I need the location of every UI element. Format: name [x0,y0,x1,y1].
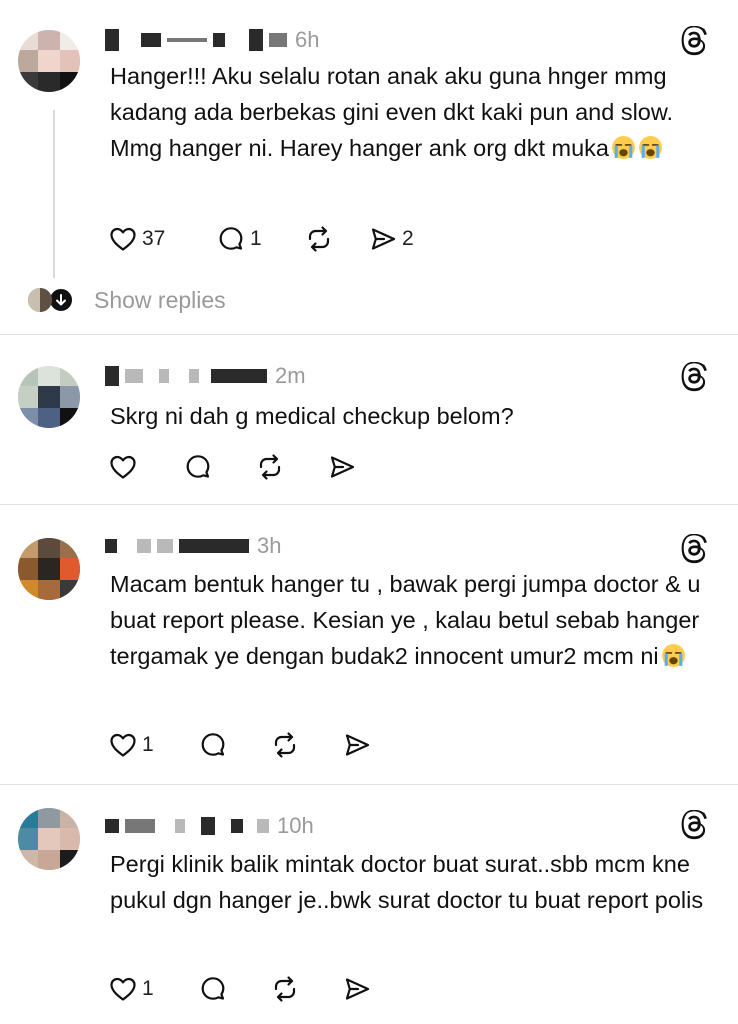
username-redacted[interactable]: 3h [105,533,282,558]
send-icon [345,978,370,1000]
username-redacted[interactable]: 6h [105,27,320,52]
heart-icon [110,733,136,757]
share-button[interactable] [342,974,406,1004]
like-count: 1 [142,733,154,756]
repost-icon [308,226,330,252]
username-redacted[interactable]: 10h [105,813,314,838]
comment-icon [201,733,225,756]
share-button[interactable] [342,730,406,760]
avatar[interactable] [18,366,80,428]
show-replies-button[interactable]: Show replies [28,284,226,316]
loudly-crying-face-icon [612,136,635,159]
post-time: 3h [257,533,282,558]
repost-button[interactable] [270,730,342,760]
share-button[interactable] [327,452,391,482]
comment-button[interactable] [198,974,270,1004]
repost-icon [274,976,296,1002]
reply-post-3: 3h Macam bentuk hanger tu , bawak pergi … [0,504,738,784]
like-count: 37 [142,227,166,250]
comment-icon [186,455,210,478]
repost-button[interactable] [255,452,327,482]
threads-logo-icon[interactable] [680,534,710,564]
send-icon [330,456,355,478]
post-time: 10h [277,813,314,838]
like-button[interactable]: 37 [108,224,216,254]
post-actions: 1 [108,730,406,760]
reply-post-1: 6h Hanger!!! Aku selalu rotan anak aku g… [0,0,738,334]
like-button[interactable] [108,452,183,482]
heart-icon [110,455,136,479]
threads-logo-icon[interactable] [680,26,710,56]
avatar[interactable] [18,538,80,600]
repost-icon [259,454,281,480]
thread-line [53,110,55,278]
post-text: Hanger!!! Aku selalu rotan anak aku guna… [110,63,674,161]
reply-post-4: 10h Pergi klinik balik mintak doctor bua… [0,784,738,1024]
post-time: 2m [275,363,306,388]
like-count: 1 [142,977,154,1000]
loudly-crying-face-icon [661,644,685,667]
post-text: Macam bentuk hanger tu , bawak pergi jum… [110,571,701,669]
repost-button[interactable] [304,224,368,254]
avatar[interactable] [18,30,80,92]
heart-icon [110,227,136,251]
like-button[interactable]: 1 [108,730,198,760]
show-replies-label: Show replies [94,286,226,313]
post-text: Pergi klinik balik mintak doctor buat su… [110,851,704,913]
repost-button[interactable] [270,974,342,1004]
post-actions: 37 1 2 [108,224,432,254]
repost-icon [274,732,296,758]
like-button[interactable]: 1 [108,974,198,1004]
username-redacted[interactable]: 2m [105,363,306,388]
reply-avatar [28,288,52,312]
comment-button[interactable]: 1 [216,224,304,254]
comment-count: 1 [250,227,262,250]
post-time: 6h [295,27,320,52]
post-actions [108,452,391,482]
reply-post-2: 2m Skrg ni dah g medical checkup belom? [0,334,738,504]
threads-logo-icon[interactable] [680,362,710,392]
comment-button[interactable] [198,730,270,760]
share-count: 2 [402,227,414,250]
send-icon [371,228,396,250]
send-icon [345,734,370,756]
comment-button[interactable] [183,452,255,482]
comment-icon [219,227,243,250]
threads-logo-icon[interactable] [680,810,710,840]
comment-icon [201,977,225,1000]
post-actions: 1 [108,974,406,1004]
avatar[interactable] [18,808,80,870]
heart-icon [110,977,136,1001]
loudly-crying-face-icon [639,136,662,159]
post-text: Skrg ni dah g medical checkup belom? [110,403,514,429]
share-button[interactable]: 2 [368,224,432,254]
